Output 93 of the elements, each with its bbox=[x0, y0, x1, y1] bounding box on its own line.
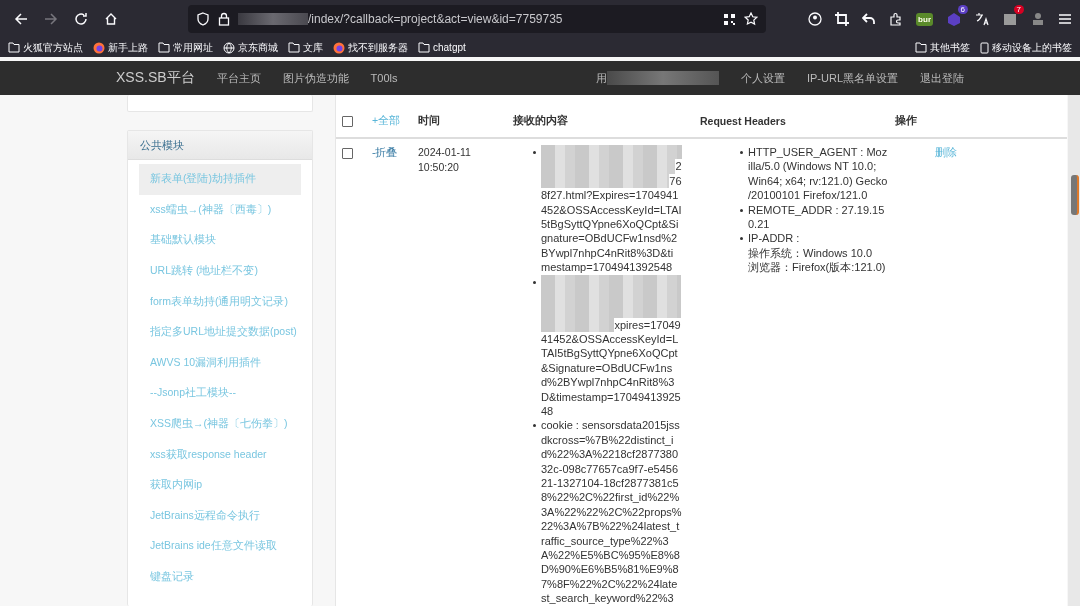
content-text: dkcross=%7B%22distinct_i bbox=[541, 432, 674, 448]
column-header: 操作 bbox=[894, 114, 918, 128]
content-text: 452&OSSAccessKeyId=LTAI bbox=[541, 202, 682, 217]
browser-logo-icon bbox=[93, 41, 105, 54]
folder-icon bbox=[418, 42, 430, 53]
content-text: raffic_source_type%22%3 bbox=[541, 533, 669, 548]
folder-icon bbox=[8, 42, 20, 53]
bookmark-item[interactable]: 火狐官方站点 bbox=[8, 40, 83, 55]
nav-link[interactable]: IP-URL黑名单设置 bbox=[806, 70, 898, 86]
translate-icon[interactable] bbox=[975, 12, 989, 26]
column-header: 时间 bbox=[418, 114, 441, 128]
checkbox[interactable] bbox=[342, 148, 353, 159]
extension-icon[interactable]: bur bbox=[916, 12, 933, 26]
notification-badge: 6 bbox=[957, 5, 968, 14]
bullet-icon bbox=[533, 280, 536, 284]
content-text: 22%3A%7B%22%24latest_t bbox=[541, 519, 680, 534]
content-text: 32c-098c77657ca9f7-e5456 bbox=[541, 461, 678, 476]
account-icon[interactable] bbox=[808, 12, 823, 26]
nav-link[interactable]: 退出登陆 bbox=[920, 70, 964, 86]
content-text: mestamp=1704941392548 bbox=[541, 260, 673, 275]
bookmark-item[interactable]: 京东商城 bbox=[223, 40, 278, 55]
bookmark-item[interactable]: 文库 bbox=[288, 40, 323, 55]
checkbox[interactable] bbox=[342, 115, 353, 127]
header-text: REMOTE_ADDR : 27.19.15 0.21 bbox=[748, 202, 885, 232]
header-text: IP-ADDR : 操作系统：Windows 10.0 浏览器：Firefox(版本:121.0) bbox=[748, 231, 886, 275]
nav-link[interactable]: 个人设置 bbox=[740, 70, 785, 86]
content-text: d%22%3A%2218cf2877380 bbox=[541, 447, 678, 462]
menu-icon[interactable] bbox=[1058, 12, 1072, 26]
qr-code-icon[interactable] bbox=[723, 12, 736, 26]
redacted-block bbox=[238, 13, 308, 25]
content-text: 8%22%2C%22first_id%22% bbox=[541, 490, 680, 505]
content-text: st_search_keyword%22%3 bbox=[541, 591, 674, 606]
content-text: 8f27.html?Expires=1704941 bbox=[541, 188, 679, 203]
folder-icon bbox=[158, 42, 170, 53]
bookmark-item[interactable]: 常用网址 bbox=[158, 40, 213, 55]
content-text: &Signature=OBdUCFw1ns bbox=[541, 360, 673, 376]
bookmark-item[interactable]: 找不到服务器 bbox=[333, 40, 408, 55]
folder-icon bbox=[915, 42, 927, 53]
content-text: 7%8F%22%2C%22%24late bbox=[541, 576, 678, 592]
notification-badge: 7 bbox=[1013, 5, 1024, 14]
column-header: Request Headers bbox=[700, 115, 787, 127]
content-text: 76 bbox=[669, 173, 682, 189]
content-text: BYwpl7nhpC4nRit8%3D&ti bbox=[541, 245, 674, 261]
bullet-icon bbox=[740, 208, 743, 212]
globe-icon bbox=[223, 41, 235, 54]
puzzle-icon[interactable] bbox=[889, 12, 904, 26]
collapse-link[interactable]: -折叠 bbox=[372, 146, 418, 606]
content-text: d%2BYwpl7nhpC4nRit8%3 bbox=[541, 375, 675, 390]
browser-logo-icon bbox=[333, 41, 345, 54]
content-text: xpires=17049 bbox=[614, 317, 681, 333]
panel-header: 公共模块 bbox=[128, 131, 312, 160]
time-cell-text: 2024-01-11 10:50:20 bbox=[418, 145, 472, 175]
expand-all-link[interactable]: +全部 bbox=[372, 114, 418, 128]
content-text: 5tBgSyttQYpne6XoQCpt&Si bbox=[541, 216, 679, 232]
content-text: cookie : sensorsdata2015jss bbox=[541, 418, 680, 433]
username-text: 用 bbox=[595, 70, 607, 86]
undo-icon[interactable] bbox=[862, 12, 877, 26]
address-bar[interactable]: /index/?callback=project&act=view&id=7759735 bbox=[188, 5, 766, 33]
scrollbar[interactable] bbox=[1068, 95, 1080, 606]
extension-icon[interactable] bbox=[1031, 12, 1045, 26]
bullet-icon bbox=[533, 151, 536, 154]
url-text: /index/?callback=project&act=view&id=7759735 bbox=[308, 12, 563, 26]
content-text: A%22%E5%BC%95%E8%8 bbox=[541, 547, 680, 563]
header-text: HTTP_USER_AGENT : Moz illa/5.0 (Windows NT 10.0; Win64; x64; rv:121.0) Gecko /20100101 Firefox/121.0 bbox=[748, 145, 888, 203]
content-text: 3A%22%22%2C%22props% bbox=[541, 504, 682, 520]
star-icon[interactable] bbox=[744, 12, 758, 26]
bullet-icon bbox=[533, 424, 536, 428]
content-text: 48 bbox=[541, 404, 554, 419]
shield-icon bbox=[196, 12, 210, 26]
content-text: D&timestamp=17049413925 bbox=[541, 389, 681, 405]
content-text: 41452&OSSAccessKeyId=L bbox=[541, 332, 679, 347]
nav-link[interactable]: T00ls bbox=[370, 72, 398, 84]
content-text: gnature=OBdUCFw1nsd%2 bbox=[541, 231, 678, 246]
phone-icon bbox=[980, 41, 989, 54]
bullet-icon bbox=[740, 151, 743, 154]
bookmark-item[interactable]: 移动设备上的书签 bbox=[980, 40, 1072, 55]
nav-link[interactable]: 图片伪造功能 bbox=[282, 70, 349, 86]
delete-link[interactable]: 删除 bbox=[935, 146, 957, 158]
content-text: 21-1327104-18cf2877381c5 bbox=[541, 476, 679, 491]
column-header: 接收的内容 bbox=[513, 114, 569, 128]
nav-link[interactable]: 平台主页 bbox=[216, 70, 261, 86]
content-text: 2 bbox=[675, 159, 682, 174]
bookmark-item[interactable]: 其他书签 bbox=[915, 40, 970, 55]
crop-icon[interactable] bbox=[835, 12, 850, 26]
content-text: D%90%E6%B5%81%E9%8 bbox=[541, 562, 679, 577]
content-text: TAI5tBgSyttQYpne6XoQCpt bbox=[541, 346, 678, 361]
bullet-icon bbox=[740, 237, 743, 241]
bookmark-item[interactable]: chatgpt bbox=[418, 42, 466, 53]
lock-icon bbox=[218, 12, 230, 26]
extension-icon[interactable] bbox=[1002, 11, 1018, 27]
site-logo[interactable]: XSS.SB平台 bbox=[116, 69, 195, 87]
folder-icon bbox=[288, 42, 300, 53]
bookmark-item[interactable]: 新手上路 bbox=[93, 40, 148, 55]
